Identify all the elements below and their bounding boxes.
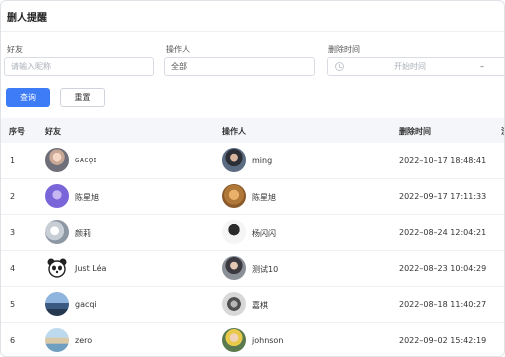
- reset-button[interactable]: 重置: [60, 88, 105, 107]
- friend-avatar[interactable]: [45, 220, 69, 244]
- friend-name: 颜莉: [75, 229, 91, 238]
- friend-name: zero: [75, 336, 93, 345]
- delete-time: 2022–08–23 10:04:29: [399, 264, 487, 273]
- table-row[interactable]: 3 颜莉 杨闪闪 2022–08–24 12:04:21: [1, 215, 504, 251]
- panda-icon: [47, 258, 67, 278]
- table-row[interactable]: 1 ɢᴀᴄǫɪ ming 2022–10–17 18:48:41: [1, 143, 504, 179]
- operator-name: 陈星旭: [252, 193, 276, 202]
- friend-name: Just Léa: [75, 264, 107, 273]
- page-title: 删人提醒: [7, 13, 47, 24]
- operator-avatar[interactable]: [222, 292, 246, 316]
- column-extra-header: 渣: [501, 126, 504, 136]
- operator-avatar[interactable]: [222, 184, 246, 208]
- delete-time: 2022–08–18 11:40:27: [399, 300, 487, 309]
- row-index: 4: [10, 264, 16, 273]
- friend-avatar[interactable]: [45, 184, 69, 208]
- column-delete-time-header: 删除时间: [399, 127, 431, 136]
- row-index: 1: [10, 156, 16, 165]
- delete-time-filter-label: 删除时间: [328, 45, 360, 54]
- table-row[interactable]: 2 陈星旭 陈星旭 2022–09–17 17:11:33: [1, 179, 504, 215]
- friend-name: 陈星旭: [75, 193, 99, 202]
- header-divider: [1, 31, 504, 32]
- delete-time: 2022–09–17 17:11:33: [399, 192, 487, 201]
- table-row[interactable]: 6 zero johnson 2022–09–02 15:42:19: [1, 323, 504, 356]
- table-row[interactable]: 5 gacqi 嘉棋 2022–08–18 11:40:27: [1, 287, 504, 323]
- operator-name: 测试10: [252, 265, 279, 274]
- delete-time: 2022–08–24 12:04:21: [399, 228, 487, 237]
- operator-name: 杨闪闪: [252, 229, 276, 238]
- column-index-header: 序号: [9, 127, 25, 136]
- row-index: 2: [10, 192, 16, 201]
- app-window: 删人提醒 好友 操作人 删除时间 请输入昵称 全部 开始时间 – 查询 重置 序…: [0, 0, 505, 357]
- operator-select-value: 全部: [171, 62, 187, 71]
- column-friend-header: 好友: [45, 127, 61, 136]
- friend-avatar[interactable]: [45, 328, 69, 352]
- table-row[interactable]: 4 Just Léa 测试10 2022–08–23 10:04:29: [1, 251, 504, 287]
- column-operator-header: 操作人: [222, 127, 246, 136]
- operator-avatar[interactable]: [222, 220, 246, 244]
- friend-avatar[interactable]: [45, 292, 69, 316]
- friend-avatar[interactable]: [45, 148, 69, 172]
- friend-name: ɢᴀᴄǫɪ: [75, 156, 97, 164]
- delete-time-range-picker[interactable]: 开始时间 –: [327, 57, 504, 76]
- operator-filter-label: 操作人: [166, 45, 190, 54]
- friend-search-placeholder: 请输入昵称: [11, 62, 51, 71]
- operator-select[interactable]: 全部: [164, 57, 315, 76]
- query-button[interactable]: 查询: [6, 88, 50, 107]
- row-index: 6: [10, 336, 16, 345]
- delete-time: 2022–09–02 15:42:19: [399, 336, 487, 345]
- start-time-placeholder: 开始时间: [394, 62, 426, 71]
- operator-avatar[interactable]: [222, 256, 246, 280]
- friend-search-input[interactable]: 请输入昵称: [4, 57, 154, 76]
- table-header: 序号 好友 操作人 删除时间 渣: [1, 118, 504, 143]
- clock-icon: [335, 62, 344, 71]
- range-separator: –: [480, 62, 484, 71]
- operator-name: ming: [252, 156, 273, 165]
- delete-time: 2022–10–17 18:48:41: [399, 156, 487, 165]
- operator-name: johnson: [252, 336, 284, 345]
- row-index: 3: [10, 228, 16, 237]
- row-index: 5: [10, 300, 16, 309]
- operator-avatar[interactable]: [222, 328, 246, 352]
- operator-name: 嘉棋: [252, 301, 268, 310]
- operator-avatar[interactable]: [222, 148, 246, 172]
- friend-filter-label: 好友: [7, 45, 23, 54]
- friend-name: gacqi: [75, 300, 97, 309]
- friend-avatar[interactable]: [45, 256, 69, 280]
